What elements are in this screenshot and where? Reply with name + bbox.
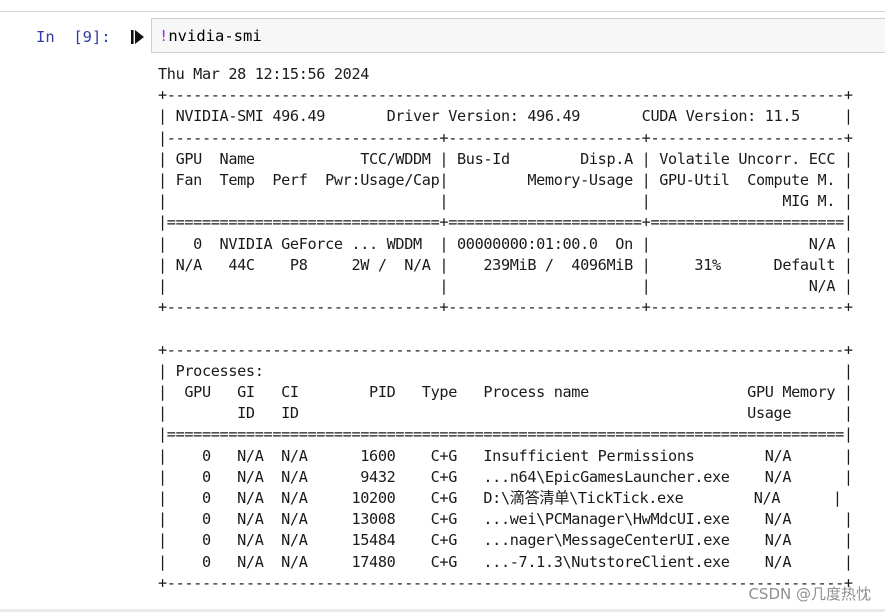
top-divider — [0, 11, 885, 12]
output-line: |=======================================… — [158, 425, 853, 444]
output-line: +---------------------------------------… — [158, 86, 853, 105]
output-line: | Processes: | — [158, 361, 853, 380]
output-line: | Fan Temp Perf Pwr:Usage/Cap| Memory-Us… — [158, 171, 853, 190]
output-line: |-------------------------------+-------… — [158, 128, 853, 147]
output-line: | 0 NVIDIA GeForce ... WDDM | 00000000:0… — [158, 234, 853, 253]
output-line: +-------------------------------+-------… — [158, 298, 853, 317]
code-input-area[interactable]: !nvidia-smi — [151, 18, 885, 53]
csdn-watermark: CSDN @几度热忱 — [748, 585, 871, 603]
shell-bang: ! — [159, 27, 169, 45]
output-line: | ID ID Usage | — [158, 404, 853, 423]
output-line: | 0 N/A N/A 17480 C+G ...-7.1.3\Nutstore… — [158, 552, 853, 571]
run-cell-icon[interactable] — [131, 29, 145, 45]
output-line: | 0 N/A N/A 9432 C+G ...n64\EpicGamesLau… — [158, 467, 853, 486]
output-line: | 0 N/A N/A 10200 C+G D:\滴答清单\TickTick.e… — [158, 489, 842, 508]
shell-command: nvidia-smi — [168, 27, 262, 45]
output-line: | NVIDIA-SMI 496.49 Driver Version: 496.… — [158, 107, 853, 126]
output-line: | 0 N/A N/A 1600 C+G Insufficient Permis… — [158, 446, 853, 465]
cell-prompt: In [9]: — [36, 28, 111, 46]
output-line: |===============================+=======… — [158, 213, 853, 232]
output-line: Thu Mar 28 12:15:56 2024 — [158, 65, 370, 83]
output-line: | N/A 44C P8 2W / N/A | 239MiB / 4096MiB… — [158, 255, 853, 274]
output-line: | | | MIG M. | — [158, 192, 853, 211]
code-line[interactable]: !nvidia-smi — [159, 27, 262, 45]
output-line: | 0 N/A N/A 13008 C+G ...wei\PCManager\H… — [158, 510, 853, 529]
cell-output: Thu Mar 28 12:15:56 2024 +--------------… — [158, 64, 853, 594]
output-line: | GPU GI CI PID Type Process name GPU Me… — [158, 383, 853, 402]
output-line: | | | N/A | — [158, 277, 853, 296]
output-line: +---------------------------------------… — [158, 340, 853, 359]
output-line: | 0 N/A N/A 15484 C+G ...nager\MessageCe… — [158, 531, 853, 550]
output-line: | GPU Name TCC/WDDM | Bus-Id Disp.A | Vo… — [158, 149, 853, 168]
